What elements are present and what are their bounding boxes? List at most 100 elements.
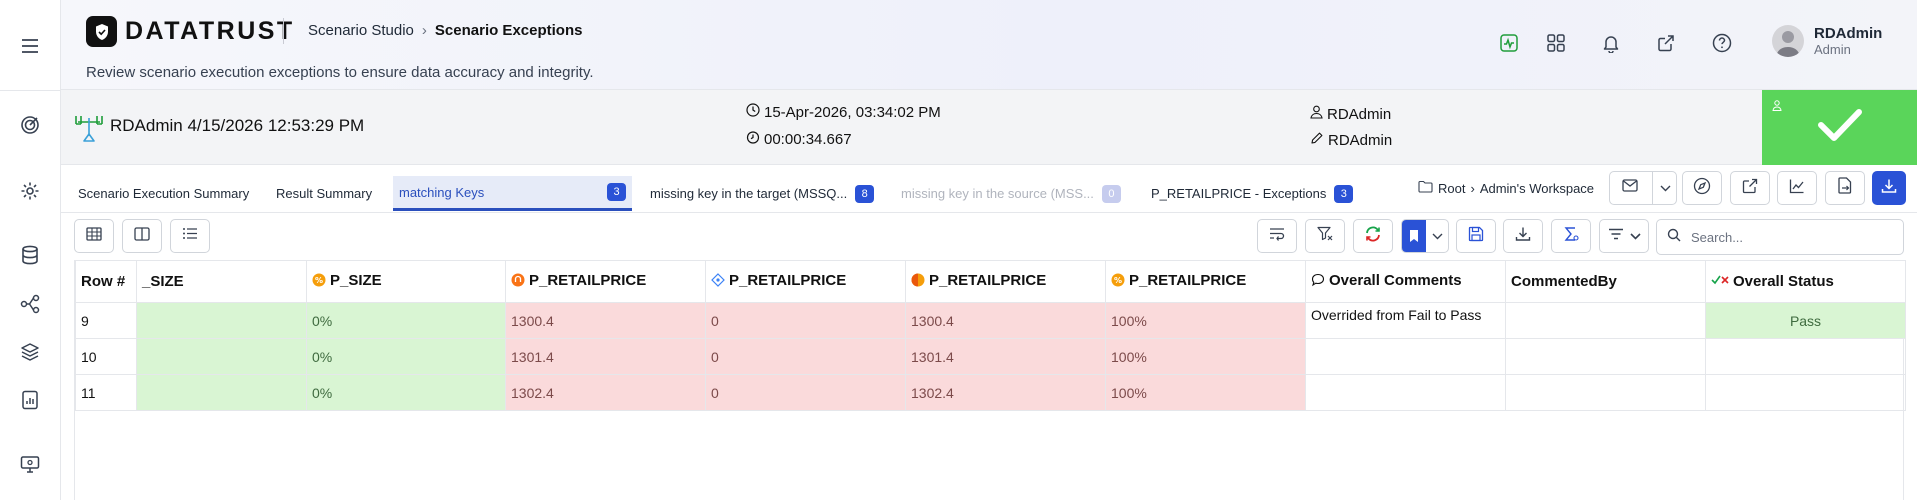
chevron-right-icon: ›: [1470, 180, 1475, 196]
tab-result-summary[interactable]: Result Summary: [270, 176, 378, 211]
cell-retailprice-target[interactable]: 1300.4: [905, 302, 1106, 339]
column-header-retailprice-diff[interactable]: P_RETAILPRICE: [705, 260, 906, 303]
table-row[interactable]: 11 0% 1302.4 0 1302.4 100%: [75, 374, 1906, 411]
formula-button[interactable]: [1551, 219, 1591, 253]
settings-icon[interactable]: [18, 179, 42, 203]
save-button[interactable]: [1456, 219, 1496, 253]
compass-icon: [1693, 177, 1711, 200]
sort-filter-dropdown-button[interactable]: [1599, 219, 1649, 253]
cell-retailprice-source[interactable]: 1301.4: [505, 338, 706, 375]
cell-retailprice-target[interactable]: 1302.4: [905, 374, 1106, 411]
lineage-icon[interactable]: [18, 292, 42, 316]
page-header: DATATRUST Scenario Studio › Scenario Exc…: [61, 0, 1917, 90]
column-header-overall-status[interactable]: Overall Status: [1705, 260, 1906, 303]
column-header-commented-by[interactable]: CommentedBy: [1505, 260, 1706, 303]
cell-retailprice-diff[interactable]: 0: [705, 374, 906, 411]
split-view-button[interactable]: [122, 219, 162, 253]
tab-missing-key-source[interactable]: missing key in the source (MSS... 0: [895, 176, 1127, 211]
help-icon[interactable]: [1709, 30, 1735, 56]
cell-overall-comments[interactable]: [1305, 338, 1506, 375]
breadcrumb-parent[interactable]: Scenario Studio: [308, 22, 414, 39]
column-header-row-number[interactable]: Row #: [75, 260, 137, 303]
email-dropdown-button[interactable]: [1609, 171, 1677, 205]
mail-icon: [1622, 179, 1638, 197]
column-header-retailprice-percent[interactable]: % P_RETAILPRICE: [1105, 260, 1306, 303]
clear-filter-button[interactable]: [1305, 219, 1345, 253]
cell-retailprice-diff[interactable]: 0: [705, 338, 906, 375]
path-root: Root: [1438, 180, 1466, 196]
download-button[interactable]: [1872, 171, 1906, 205]
external-link-icon[interactable]: [1653, 30, 1679, 56]
cell-overall-status[interactable]: [1705, 374, 1906, 411]
cell-row-number: 9: [75, 302, 137, 339]
bell-icon[interactable]: [1598, 30, 1624, 56]
logo[interactable]: DATATRUST: [86, 16, 295, 47]
execution-status-indicator: [1762, 90, 1917, 165]
search-input[interactable]: [1691, 229, 1891, 245]
monitor-settings-icon[interactable]: [18, 452, 42, 476]
user-menu[interactable]: RDAdmin Admin: [1772, 25, 1882, 57]
cell-size[interactable]: [136, 338, 307, 375]
apps-grid-icon[interactable]: [1543, 30, 1569, 56]
compass-button[interactable]: [1682, 171, 1722, 205]
list-view-button[interactable]: [170, 219, 210, 253]
workspace-path[interactable]: Root › Admin's Workspace: [1418, 180, 1594, 196]
tab-retailprice-exceptions[interactable]: P_RETAILPRICE - Exceptions 3: [1145, 176, 1359, 211]
cell-retailprice-percent[interactable]: 100%: [1105, 338, 1306, 375]
grid-view-button[interactable]: [74, 219, 114, 253]
cell-overall-status[interactable]: Pass: [1705, 302, 1906, 339]
cell-size[interactable]: [136, 302, 307, 339]
column-header-p-size[interactable]: % P_SIZE: [306, 260, 506, 303]
cell-retailprice-source[interactable]: 1302.4: [505, 374, 706, 411]
bookmark-dropdown-button[interactable]: [1401, 219, 1449, 253]
report-icon[interactable]: [18, 388, 42, 412]
layers-icon[interactable]: [18, 340, 42, 364]
duration-value: 00:00:34.667: [764, 130, 852, 148]
cell-retailprice-diff[interactable]: 0: [705, 302, 906, 339]
timer-icon: [746, 130, 760, 148]
cell-overall-status[interactable]: [1705, 338, 1906, 375]
database-icon[interactable]: [18, 243, 42, 267]
tab-matching-keys[interactable]: matching Keys 3: [393, 176, 632, 211]
target-icon[interactable]: [18, 113, 42, 137]
cell-retailprice-target[interactable]: 1301.4: [905, 338, 1106, 375]
file-export-button[interactable]: [1825, 171, 1865, 205]
menu-icon[interactable]: [18, 34, 42, 58]
created-by-value: RDAdmin: [1327, 105, 1392, 123]
table-row[interactable]: 10 0% 1301.4 0 1301.4 100%: [75, 338, 1906, 375]
search-box[interactable]: [1656, 219, 1904, 255]
cell-retailprice-percent[interactable]: 100%: [1105, 302, 1306, 339]
chevron-down-icon: [1432, 227, 1443, 245]
balance-scale-icon: [73, 112, 105, 149]
cell-p-size[interactable]: 0%: [306, 338, 506, 375]
user-role: Admin: [1814, 42, 1851, 57]
chart-button[interactable]: [1777, 171, 1817, 205]
cell-retailprice-percent[interactable]: 100%: [1105, 374, 1306, 411]
column-header-overall-comments[interactable]: Overall Comments: [1305, 260, 1506, 303]
breadcrumb: Scenario Studio › Scenario Exceptions: [308, 22, 582, 39]
tab-missing-key-target[interactable]: missing key in the target (MSSQ... 8: [644, 176, 880, 211]
cell-commented-by[interactable]: [1505, 338, 1706, 375]
export-button[interactable]: [1730, 171, 1770, 205]
column-header-retailprice-target[interactable]: P_RETAILPRICE: [905, 260, 1106, 303]
tab-scenario-execution-summary[interactable]: Scenario Execution Summary: [72, 176, 255, 211]
cell-commented-by[interactable]: [1505, 302, 1706, 339]
cell-size[interactable]: [136, 374, 307, 411]
download-data-button[interactable]: [1503, 219, 1543, 253]
activity-icon[interactable]: [1496, 30, 1522, 56]
tab-count-badge: 3: [607, 183, 626, 201]
tab-count-badge: 8: [855, 184, 875, 203]
line-chart-icon: [1789, 178, 1805, 199]
column-header-retailprice-source[interactable]: P_RETAILPRICE: [505, 260, 706, 303]
cell-overall-comments[interactable]: Overrided from Fail to Pass: [1305, 302, 1506, 339]
cell-commented-by[interactable]: [1505, 374, 1706, 411]
download-icon: [1881, 178, 1897, 199]
cell-p-size[interactable]: 0%: [306, 374, 506, 411]
text-wrap-button[interactable]: [1257, 219, 1297, 253]
table-row[interactable]: 9 0% 1300.4 0 1300.4 100% Overrided from…: [75, 302, 1906, 339]
refresh-button[interactable]: [1353, 219, 1393, 253]
column-header-size[interactable]: _SIZE: [136, 260, 307, 303]
cell-overall-comments[interactable]: [1305, 374, 1506, 411]
cell-retailprice-source[interactable]: 1300.4: [505, 302, 706, 339]
cell-p-size[interactable]: 0%: [306, 302, 506, 339]
